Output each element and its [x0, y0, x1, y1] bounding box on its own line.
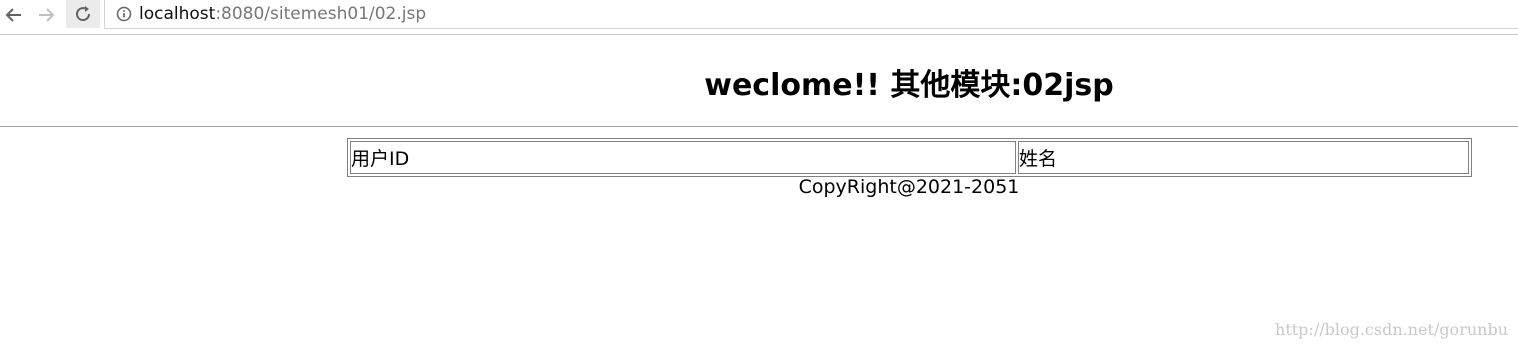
reload-button[interactable]	[66, 0, 100, 28]
copyright-footer: CopyRight@2021-2051	[798, 176, 1020, 198]
column-header-name: 姓名	[1018, 141, 1469, 174]
browser-toolbar: localhost:8080/sitemesh01/02.jsp	[0, 0, 1518, 35]
user-table: 用户ID 姓名	[347, 138, 1472, 177]
address-bar[interactable]: localhost:8080/sitemesh01/02.jsp	[104, 0, 1518, 29]
arrow-left-icon	[5, 8, 21, 22]
url-host: localhost	[139, 4, 216, 24]
watermark: http://blog.csdn.net/gorunbu	[1275, 320, 1508, 339]
arrow-right-icon	[39, 8, 55, 22]
column-header-user-id: 用户ID	[350, 141, 1016, 174]
url-path: :8080/sitemesh01/02.jsp	[215, 4, 427, 24]
info-icon[interactable]	[115, 5, 133, 23]
forward-button[interactable]	[32, 3, 60, 27]
table-header-row: 用户ID 姓名	[350, 141, 1469, 174]
horizontal-rule	[0, 126, 1518, 127]
reload-icon	[76, 6, 91, 22]
back-button[interactable]	[0, 3, 28, 27]
page-title: weclome!! 其他模块:02jsp	[704, 68, 1114, 103]
url-text[interactable]: localhost:8080/sitemesh01/02.jsp	[139, 4, 426, 24]
